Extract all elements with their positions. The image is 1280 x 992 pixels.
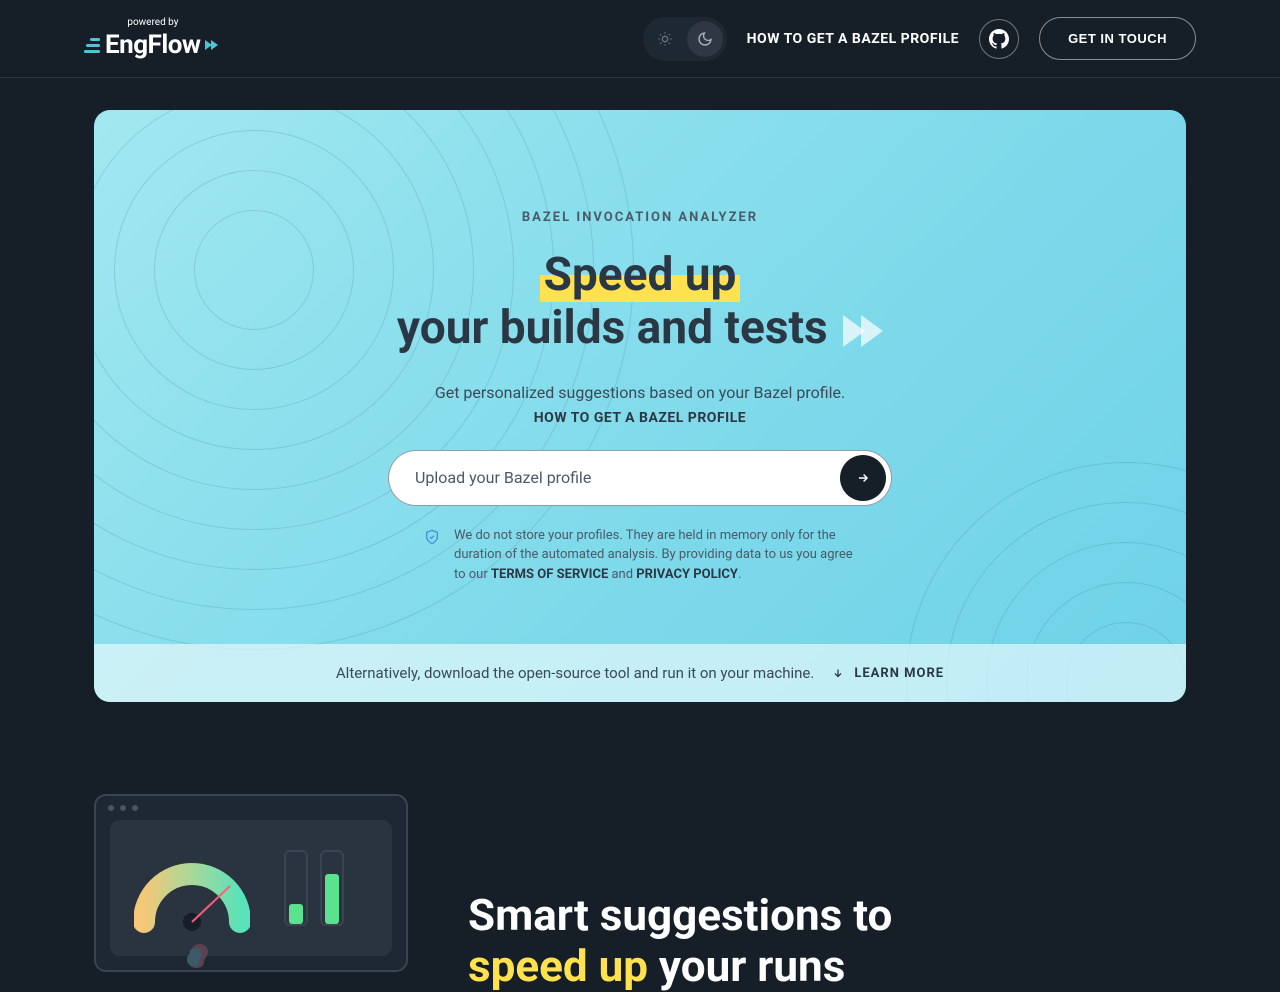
github-icon [989, 29, 1009, 49]
logo-block[interactable]: powered by EngFlow [84, 17, 218, 60]
upload-input[interactable]: Upload your Bazel profile [388, 450, 892, 506]
logo-bars-icon [84, 38, 100, 53]
upload-submit-button[interactable] [840, 455, 886, 501]
site-header: powered by EngFlow HOW TO GET A BAZEL PR… [0, 0, 1280, 78]
hero-title: Speed up your builds and tests [134, 249, 1146, 355]
upload-placeholder: Upload your Bazel profile [415, 468, 591, 487]
bars-icon [284, 850, 344, 926]
suggestions-section: Smart suggestions to speed up your runs [0, 702, 1280, 991]
nav-link-bazel-profile[interactable]: HOW TO GET A BAZEL PROFILE [747, 31, 959, 47]
get-in-touch-button[interactable]: GET IN TOUCH [1039, 17, 1196, 60]
hero-how-to-link[interactable]: HOW TO GET A BAZEL PROFILE [134, 410, 1146, 426]
hero-footer: Alternatively, download the open-source … [94, 644, 1186, 702]
hero-title-highlight: Speed up [540, 248, 741, 302]
gauge-icon [134, 856, 250, 926]
logo-text: EngFlow [105, 30, 200, 60]
engflow-logo: EngFlow [84, 30, 218, 60]
logo-arrows-icon [206, 40, 218, 50]
double-arrow-icon [847, 315, 883, 347]
arrow-right-icon [856, 471, 870, 485]
dark-mode-button[interactable] [687, 21, 723, 57]
accent-text: speed up [468, 940, 648, 992]
hero-title-rest: your builds and tests [397, 301, 828, 355]
learn-more-link[interactable]: LEARN MORE [832, 666, 944, 681]
window-mockup [94, 794, 408, 972]
hero-card: BAZEL INVOCATION ANALYZER Speed up your … [94, 110, 1186, 702]
abstract-shape-icon [186, 942, 214, 970]
window-titlebar [96, 796, 406, 820]
github-button[interactable] [979, 19, 1019, 59]
sun-icon [657, 31, 673, 47]
theme-toggle[interactable] [643, 17, 727, 61]
arrow-down-icon [832, 667, 844, 679]
powered-by-label: powered by [84, 17, 178, 28]
hero-section: BAZEL INVOCATION ANALYZER Speed up your … [0, 78, 1280, 702]
dashboard-illustration [94, 794, 408, 991]
moon-icon [697, 31, 713, 47]
shield-icon [424, 528, 440, 546]
suggestions-title: Smart suggestions to speed up your runs [468, 890, 892, 991]
light-mode-button[interactable] [647, 21, 683, 57]
privacy-link[interactable]: PRIVACY POLICY [636, 567, 738, 582]
suggestions-heading-block: Smart suggestions to speed up your runs [468, 794, 892, 991]
disclaimer: We do not store your profiles. They are … [388, 526, 892, 585]
hero-subtitle: Get personalized suggestions based on yo… [134, 383, 1146, 402]
hero-footer-text: Alternatively, download the open-source … [336, 664, 814, 682]
hero-eyebrow: BAZEL INVOCATION ANALYZER [134, 210, 1146, 225]
disclaimer-text: We do not store your profiles. They are … [454, 526, 856, 585]
header-nav: HOW TO GET A BAZEL PROFILE GET IN TOUCH [643, 17, 1196, 61]
tos-link[interactable]: TERMS OF SERVICE [491, 567, 608, 582]
